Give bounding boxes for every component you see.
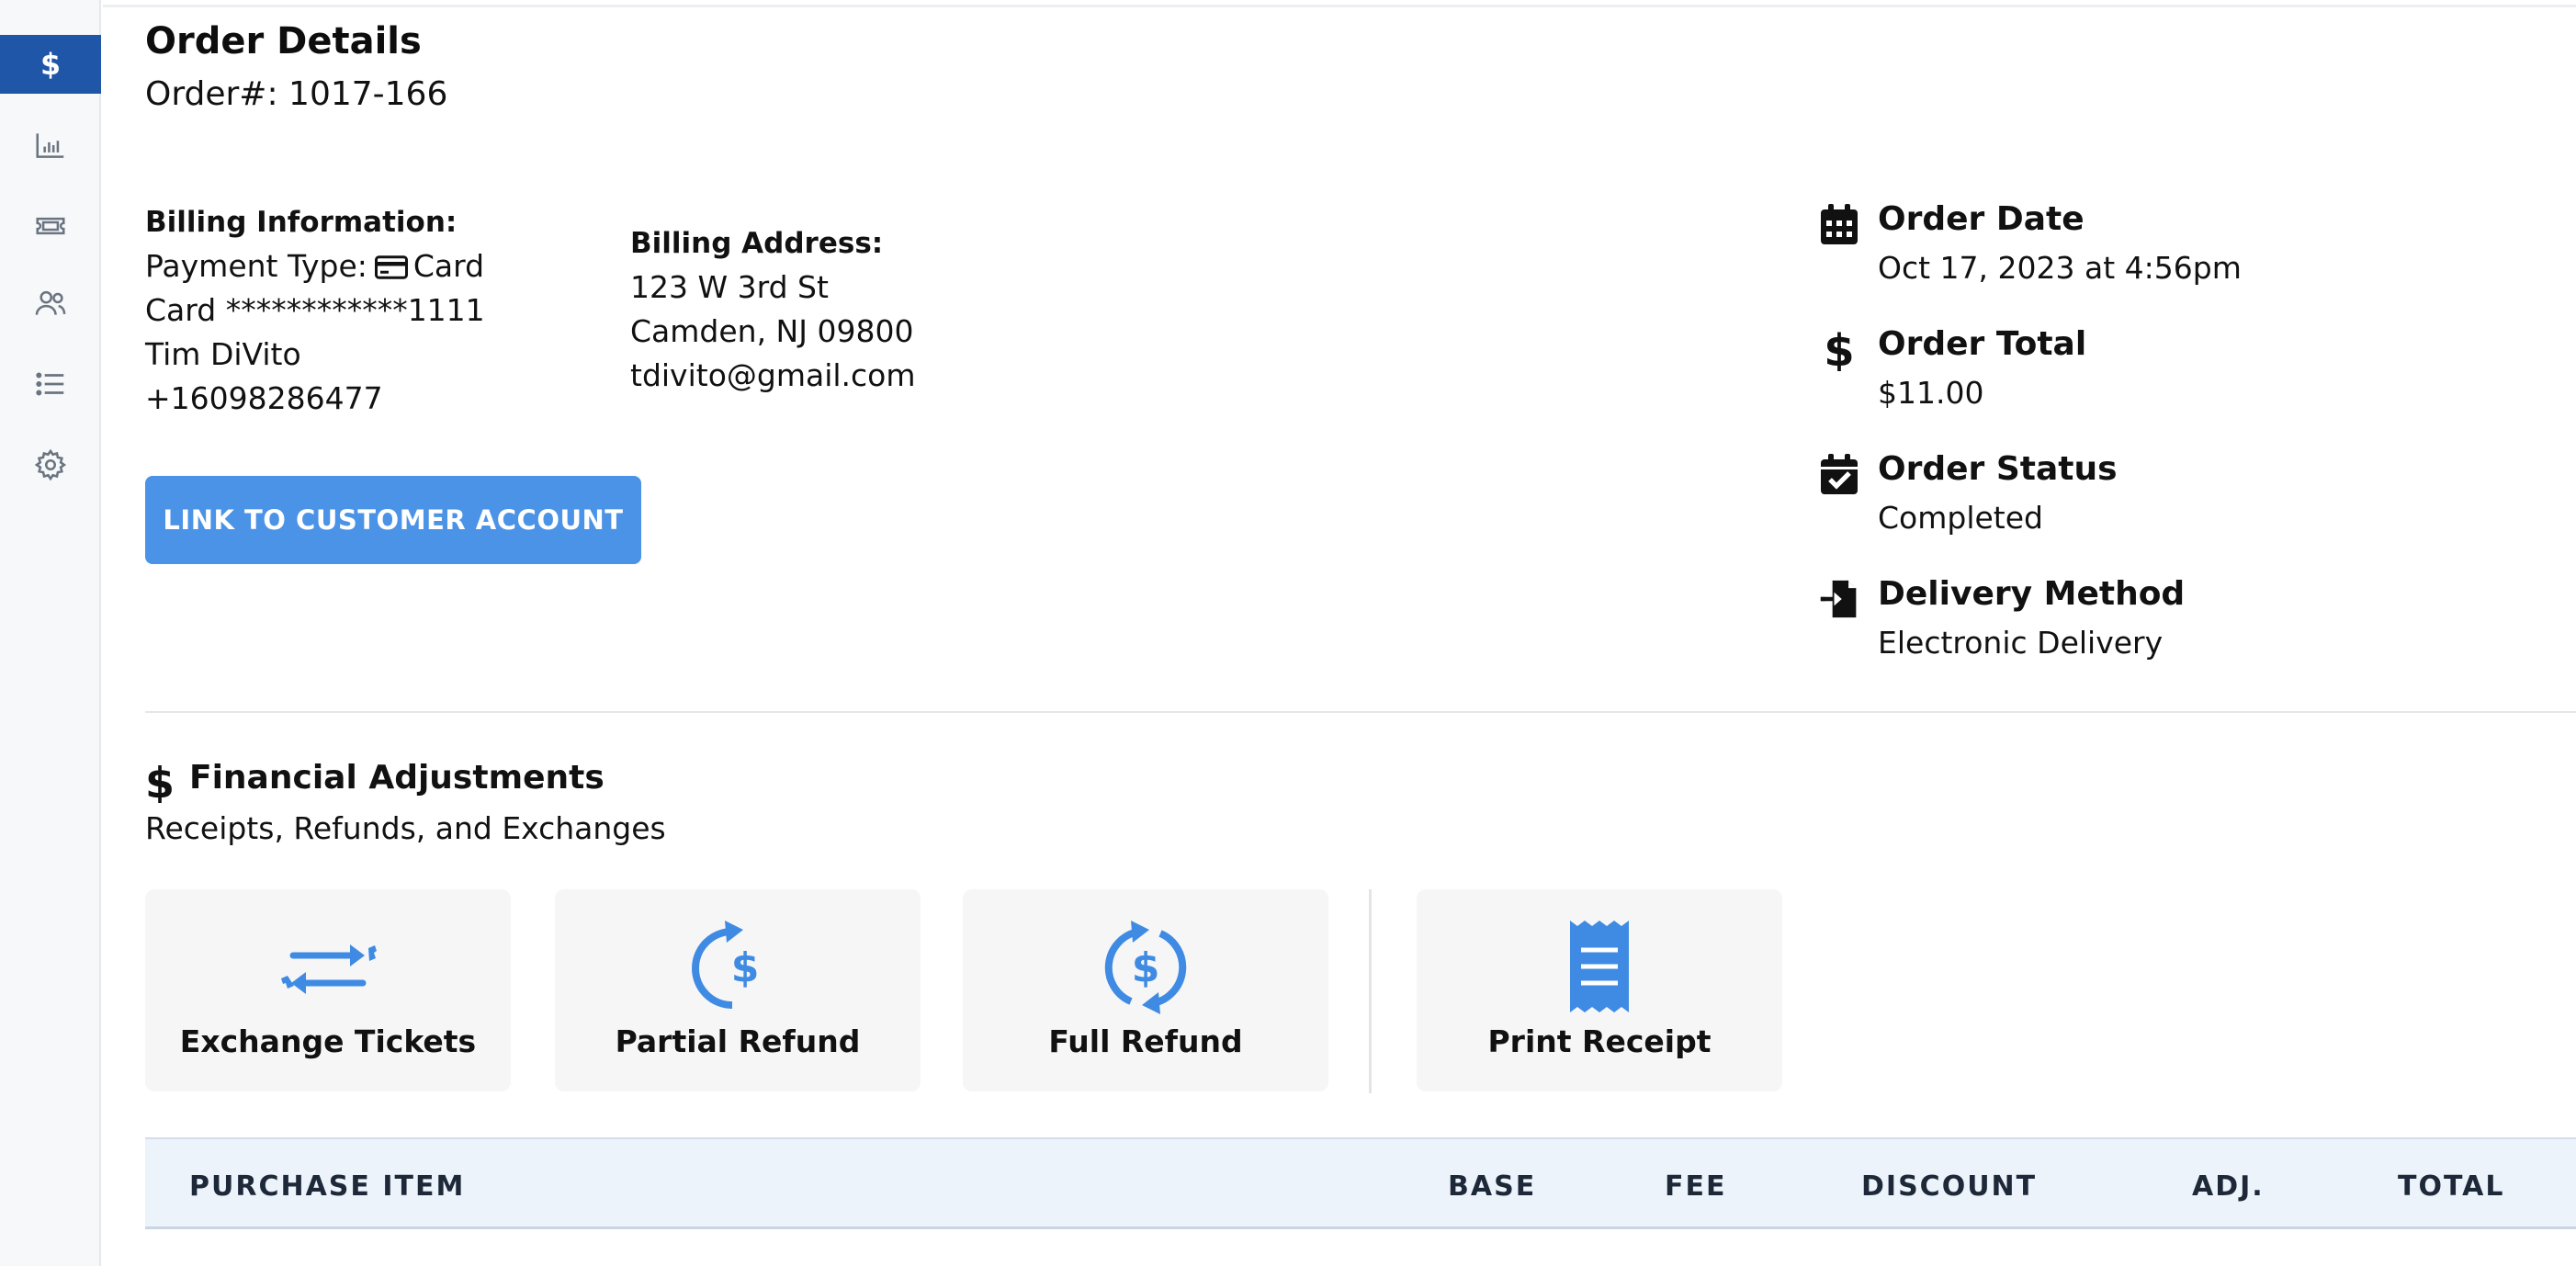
delivery-method: Delivery Method Electronic Delivery [1819, 575, 2462, 667]
sidebar-item-tickets[interactable] [0, 197, 101, 255]
exchange-tickets-button[interactable]: Exchange Tickets [145, 889, 511, 1091]
column-adjustment[interactable]: ADJ. [2192, 1170, 2265, 1203]
ticket-icon [36, 217, 65, 235]
file-import-icon [1820, 580, 1857, 618]
order-date: Order Date Oct 17, 2023 at 4:56pm [1819, 200, 2462, 292]
sidebar: $ [0, 0, 101, 1266]
billing-address: Billing Address: 123 W 3rd St Camden, NJ… [630, 221, 916, 398]
dollar-icon: $ [145, 761, 175, 803]
svg-text:$: $ [1824, 327, 1854, 371]
partial-refund-button[interactable]: $ Partial Refund [555, 889, 921, 1091]
svg-text:$: $ [731, 944, 760, 991]
column-total[interactable]: TOTAL [2398, 1170, 2504, 1203]
column-base[interactable]: BASE [1448, 1170, 1536, 1203]
column-discount[interactable]: DISCOUNT [1861, 1170, 2037, 1203]
list-icon [36, 372, 64, 396]
dollar-icon: $ [40, 49, 61, 82]
card-number: Card ************1111 [145, 292, 485, 328]
customer-email: tdivito@gmail.com [630, 357, 916, 393]
sidebar-item-sales[interactable]: $ [0, 35, 101, 94]
link-to-customer-account-button[interactable]: LINK TO CUSTOMER ACCOUNT [145, 476, 641, 564]
column-fee[interactable]: FEE [1665, 1170, 1726, 1203]
calendar-icon [1821, 204, 1858, 244]
svg-text:$: $ [1132, 944, 1160, 991]
calendar-check-icon [1821, 454, 1858, 494]
delivery-method-value: Electronic Delivery [1878, 625, 2164, 661]
print-receipt-button[interactable]: Print Receipt [1417, 889, 1782, 1091]
sidebar-item-reports[interactable] [0, 116, 101, 175]
sidebar-item-customers[interactable] [0, 274, 101, 333]
column-purchase-item[interactable]: PURCHASE ITEM [189, 1170, 465, 1203]
svg-text:$: $ [145, 761, 175, 803]
svg-text:$: $ [40, 49, 61, 82]
address-line-1: 123 W 3rd St [630, 269, 829, 305]
order-total-label: Order Total [1878, 325, 2087, 363]
partial-refund-label: Partial Refund [615, 1023, 861, 1059]
order-status: Order Status Completed [1819, 450, 2462, 542]
order-number: Order#: 1017-166 [145, 75, 448, 113]
gear-icon [34, 448, 67, 481]
page-title: Order Details [145, 20, 422, 62]
sidebar-item-list[interactable] [0, 355, 101, 413]
full-refund-button[interactable]: $ Full Refund [963, 889, 1328, 1091]
actions-separator [1369, 889, 1372, 1093]
order-date-label: Order Date [1878, 200, 2085, 238]
exchange-icon [281, 944, 377, 994]
payment-type: Payment Type: Card [145, 244, 485, 288]
section-divider [145, 711, 2576, 713]
payment-type-label: Payment Type: [145, 248, 367, 284]
full-refund-label: Full Refund [1048, 1023, 1243, 1059]
payment-type-value: Card [412, 248, 485, 284]
order-total-value: $11.00 [1878, 375, 1984, 411]
print-receipt-label: Print Receipt [1487, 1023, 1712, 1059]
customer-phone: +16098286477 [145, 380, 383, 416]
order-status-value: Completed [1878, 500, 2043, 536]
delivery-method-label: Delivery Method [1878, 575, 2186, 613]
customer-name: Tim DiVito [145, 336, 301, 372]
credit-card-icon [374, 255, 408, 279]
sidebar-item-settings[interactable] [0, 435, 101, 494]
partial-refund-icon: $ [692, 921, 760, 1009]
users-icon [35, 290, 66, 315]
address-line-2: Camden, NJ 09800 [630, 313, 914, 349]
financial-adjustments-subtitle: Receipts, Refunds, and Exchanges [145, 810, 666, 846]
order-details-panel: Order Details Order#: 1017-166 Billing I… [145, 0, 2576, 1266]
full-refund-icon: $ [1104, 921, 1187, 1014]
order-date-value: Oct 17, 2023 at 4:56pm [1878, 250, 2242, 286]
dollar-icon: $ [1824, 327, 1854, 371]
billing-information: Billing Information: Payment Type: Card C… [145, 200, 485, 421]
financial-adjustments-title: Financial Adjustments [189, 759, 604, 797]
order-total: $ Order Total $11.00 [1819, 325, 2462, 417]
exchange-tickets-label: Exchange Tickets [179, 1023, 477, 1059]
receipt-icon [1570, 921, 1629, 1012]
billing-address-heading: Billing Address: [630, 227, 884, 260]
billing-info-heading: Billing Information: [145, 206, 458, 239]
purchase-table-header: PURCHASE ITEM BASE FEE DISCOUNT ADJ. TOT… [145, 1137, 2576, 1229]
order-status-label: Order Status [1878, 450, 2118, 488]
bar-chart-icon [36, 133, 64, 158]
